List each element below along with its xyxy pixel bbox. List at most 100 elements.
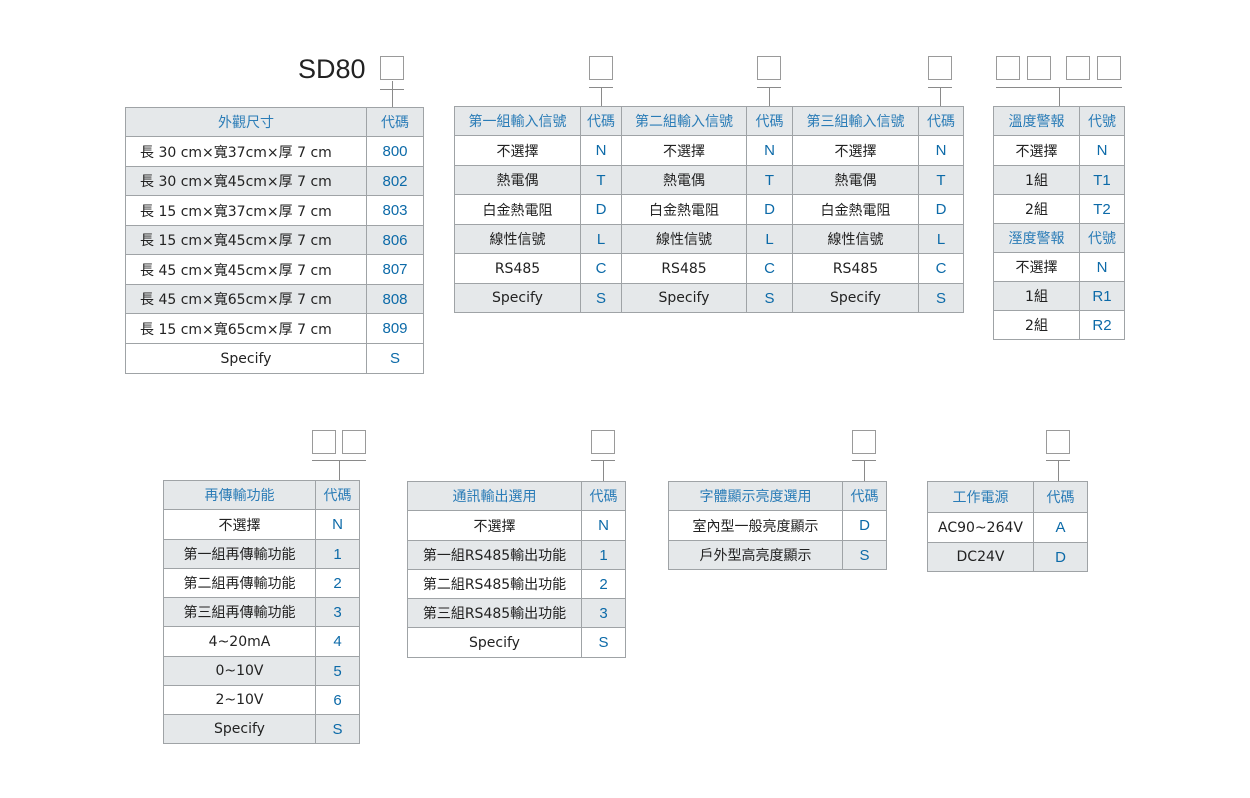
input2-row-code: T bbox=[746, 165, 793, 195]
power-header-code: 代碼 bbox=[1033, 481, 1088, 513]
temp-alarm-row-name: 1組 bbox=[993, 165, 1080, 195]
comm-header-name: 通訊輸出選用 bbox=[407, 481, 582, 511]
input3-row-code: N bbox=[918, 135, 964, 166]
connector-line bbox=[864, 460, 865, 481]
font-row-name: 戶外型高亮度顯示 bbox=[668, 540, 843, 570]
input2-row-name: 不選擇 bbox=[621, 135, 747, 166]
input2-row-code: L bbox=[746, 224, 793, 254]
comm-row-code: 3 bbox=[581, 598, 626, 628]
input3-header-name: 第三組輸入信號 bbox=[792, 106, 919, 136]
temp-alarm-row-code: T1 bbox=[1079, 165, 1125, 195]
input2-row-code: D bbox=[746, 194, 793, 225]
hum-alarm-row-name: 1組 bbox=[993, 281, 1080, 311]
font-header-code: 代碼 bbox=[842, 481, 887, 511]
font-row-name: 室內型一般亮度顯示 bbox=[668, 510, 843, 541]
size-row-name: 長 15 cm×寬37cm×厚 7 cm bbox=[125, 195, 367, 226]
retrans-row-code: 5 bbox=[315, 656, 360, 686]
input1-row-name: RS485 bbox=[454, 253, 581, 284]
size-row-code: 809 bbox=[366, 313, 424, 344]
input3-row-code: T bbox=[918, 165, 964, 195]
comm-row-name: 不選擇 bbox=[407, 510, 582, 541]
input3-row-code: C bbox=[918, 253, 964, 284]
comm-row-name: Specify bbox=[407, 627, 582, 658]
retrans-row-code: 1 bbox=[315, 539, 360, 569]
temp-alarm-row-name: 不選擇 bbox=[993, 135, 1080, 166]
size-table: 外觀尺寸 代碼 長 30 cm×寬37cm×厚 7 cm 800 長 30 cm×… bbox=[125, 107, 424, 374]
hum-alarm-row-code: N bbox=[1079, 252, 1125, 282]
comm-row-code: S bbox=[581, 627, 626, 658]
retrans-row-code: S bbox=[315, 714, 360, 744]
comm-code-box bbox=[591, 430, 615, 454]
input1-row-name: Specify bbox=[454, 283, 581, 313]
power-code-box bbox=[1046, 430, 1070, 454]
retrans-row-name: 不選擇 bbox=[163, 509, 316, 540]
size-row-name: 長 15 cm×寬65cm×厚 7 cm bbox=[125, 313, 367, 344]
size-row-name: 長 15 cm×寬45cm×厚 7 cm bbox=[125, 225, 367, 255]
input3-row-name: 熱電偶 bbox=[792, 165, 919, 195]
retrans-row-code: 4 bbox=[315, 626, 360, 657]
retrans-row-code: N bbox=[315, 509, 360, 540]
comm-row-name: 第三組RS485輸出功能 bbox=[407, 598, 582, 628]
hum-alarm-header-code: 代號 bbox=[1079, 223, 1125, 253]
input1-code-box bbox=[589, 56, 613, 80]
input3-row-name: 不選擇 bbox=[792, 135, 919, 166]
power-row-name: DC24V bbox=[927, 542, 1034, 572]
comm-row-code: 1 bbox=[581, 540, 626, 570]
input1-row-code: T bbox=[580, 165, 622, 195]
connector-line bbox=[392, 89, 393, 107]
font-brightness-table: 字體顯示亮度選用 代碼 室內型一般亮度顯示 D 戶外型高亮度顯示 S bbox=[668, 481, 887, 570]
input1-row-code: S bbox=[580, 283, 622, 313]
input2-row-name: Specify bbox=[621, 283, 747, 313]
input3-row-code: L bbox=[918, 224, 964, 254]
temp-alarm-row-code: N bbox=[1079, 135, 1125, 166]
input2-row-code: N bbox=[746, 135, 793, 166]
temp-alarm-row-code: T2 bbox=[1079, 194, 1125, 224]
input2-row-name: 白金熱電阻 bbox=[621, 194, 747, 225]
connector-line bbox=[392, 81, 393, 89]
input3-row-code: S bbox=[918, 283, 964, 313]
size-row-code: S bbox=[366, 343, 424, 374]
alarm-table: 溫度警報 代號 不選擇 N 1組 T1 2組 T2 溼度警報 代號 不選擇 N 1組 R1… bbox=[993, 106, 1125, 340]
model-name: SD80 bbox=[298, 54, 366, 84]
hum-alarm-header-name: 溼度警報 bbox=[993, 223, 1080, 253]
size-header-name: 外觀尺寸 bbox=[125, 107, 367, 137]
alarm-code-box bbox=[1027, 56, 1051, 80]
input3-row-code: D bbox=[918, 194, 964, 225]
communication-table: 通訊輸出選用 代碼 不選擇 N 第一組RS485輸出功能 1 第二組RS485輸出功… bbox=[407, 481, 626, 658]
input1-row-code: N bbox=[580, 135, 622, 166]
input3-code-box bbox=[928, 56, 952, 80]
input1-row-name: 白金熱電阻 bbox=[454, 194, 581, 225]
size-row-name: 長 30 cm×寬37cm×厚 7 cm bbox=[125, 136, 367, 167]
input1-row-name: 熱電偶 bbox=[454, 165, 581, 195]
connector-line bbox=[601, 87, 602, 107]
input2-code-box bbox=[757, 56, 781, 80]
power-supply-table: 工作電源 代碼 AC90~264V A DC24V D bbox=[927, 481, 1088, 572]
retransmission-table: 再傳輸功能 代碼 不選擇 N 第一組再傳輸功能 1 第二組再傳輸功能 2 第三組再傳輸… bbox=[163, 480, 360, 744]
input2-row-code: C bbox=[746, 253, 793, 284]
input3-row-name: Specify bbox=[792, 283, 919, 313]
hum-alarm-row-name: 不選擇 bbox=[993, 252, 1080, 282]
input3-row-name: 線性信號 bbox=[792, 224, 919, 254]
size-row-name: 長 45 cm×寬45cm×厚 7 cm bbox=[125, 254, 367, 285]
size-header-code: 代碼 bbox=[366, 107, 424, 137]
comm-header-code: 代碼 bbox=[581, 481, 626, 511]
input-signal-table: 第一組輸入信號 代碼 第二組輸入信號 代碼 第三組輸入信號 代碼 不選擇 N 不選擇… bbox=[454, 106, 964, 313]
input1-row-code: C bbox=[580, 253, 622, 284]
input2-header-code: 代碼 bbox=[746, 106, 793, 136]
retrans-row-code: 6 bbox=[315, 685, 360, 715]
input3-row-name: RS485 bbox=[792, 253, 919, 284]
connector-line bbox=[1058, 460, 1059, 481]
connector-line bbox=[769, 87, 770, 107]
retrans-row-code: 2 bbox=[315, 568, 360, 598]
font-header-name: 字體顯示亮度選用 bbox=[668, 481, 843, 511]
input2-row-name: 線性信號 bbox=[621, 224, 747, 254]
input3-header-code: 代碼 bbox=[918, 106, 964, 136]
input1-row-code: D bbox=[580, 194, 622, 225]
size-row-code: 807 bbox=[366, 254, 424, 285]
retrans-row-name: 2~10V bbox=[163, 685, 316, 715]
alarm-code-box bbox=[1066, 56, 1090, 80]
size-code-box bbox=[380, 56, 404, 80]
input1-row-code: L bbox=[580, 224, 622, 254]
comm-row-name: 第二組RS485輸出功能 bbox=[407, 569, 582, 599]
input2-header-name: 第二組輸入信號 bbox=[621, 106, 747, 136]
